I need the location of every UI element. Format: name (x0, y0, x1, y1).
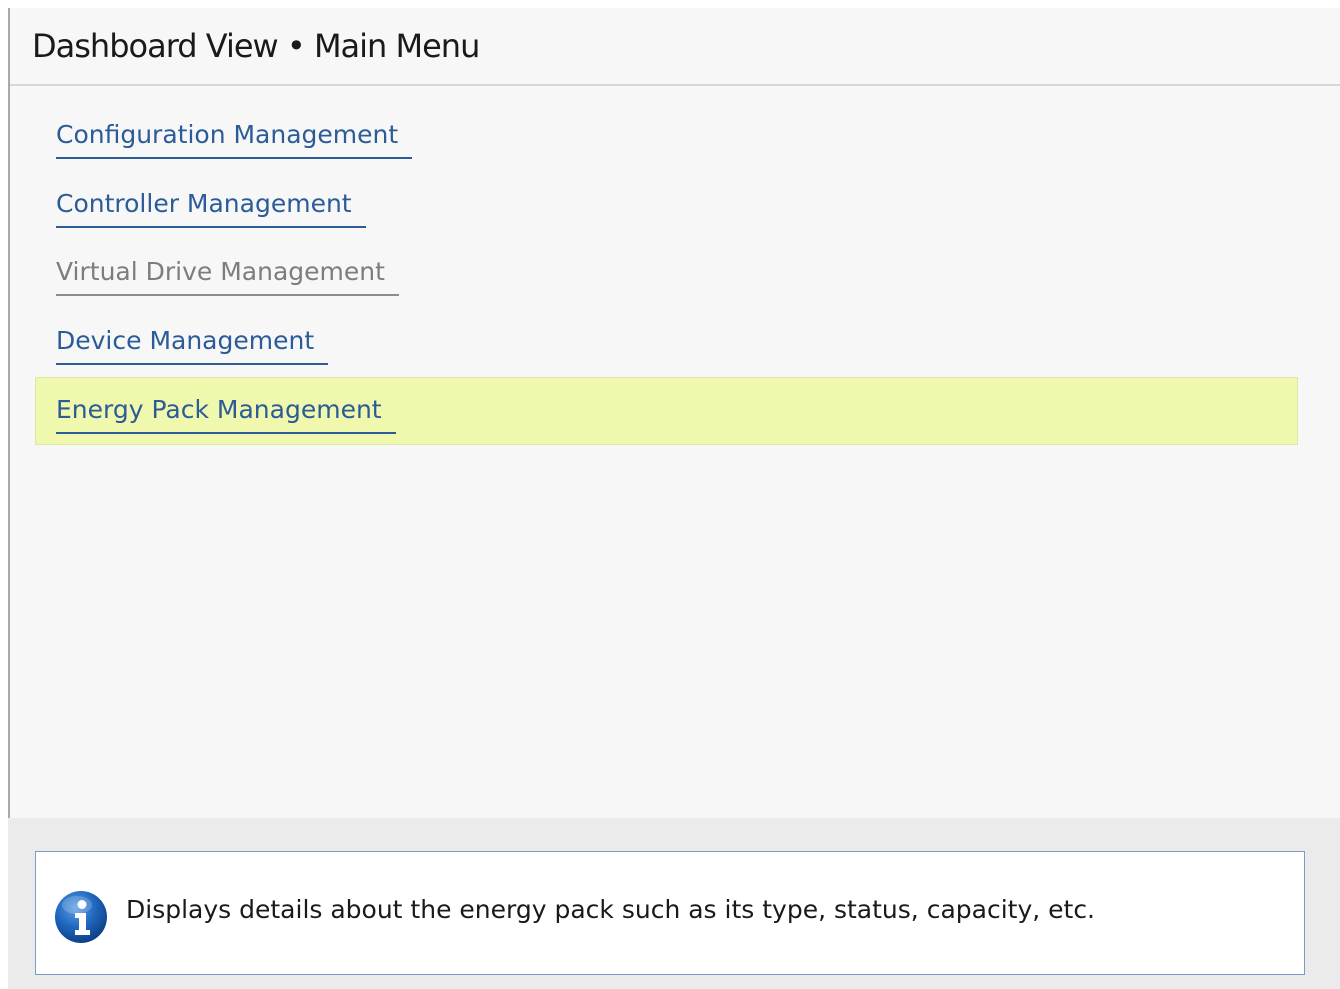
info-icon (55, 891, 107, 943)
controller-management-link[interactable]: Controller Management (56, 188, 366, 228)
virtual-drive-management-link: Virtual Drive Management (56, 256, 399, 296)
help-area: Displays details about the energy pack s… (8, 818, 1340, 989)
menu-item-energy-pack-management[interactable]: Energy Pack Management (35, 377, 1298, 445)
help-message-box: Displays details about the energy pack s… (35, 851, 1305, 975)
menu-item-configuration-management[interactable]: Configuration Management (35, 104, 1298, 170)
configuration-management-link[interactable]: Configuration Management (56, 119, 413, 159)
dashboard-page: Dashboard View • Main Menu Configuration… (0, 0, 1340, 989)
page-title: Dashboard View • Main Menu (32, 27, 480, 65)
energy-pack-management-link[interactable]: Energy Pack Management (56, 394, 396, 434)
help-text: Displays details about the energy pack s… (126, 895, 1096, 924)
main-menu-panel: Dashboard View • Main Menu Configuration… (8, 8, 1340, 818)
device-management-link[interactable]: Device Management (56, 325, 329, 365)
title-bar: Dashboard View • Main Menu (10, 8, 1340, 86)
menu-item-controller-management[interactable]: Controller Management (35, 173, 1298, 239)
menu-item-virtual-drive-management: Virtual Drive Management (35, 241, 1298, 307)
menu-item-device-management[interactable]: Device Management (35, 310, 1298, 376)
